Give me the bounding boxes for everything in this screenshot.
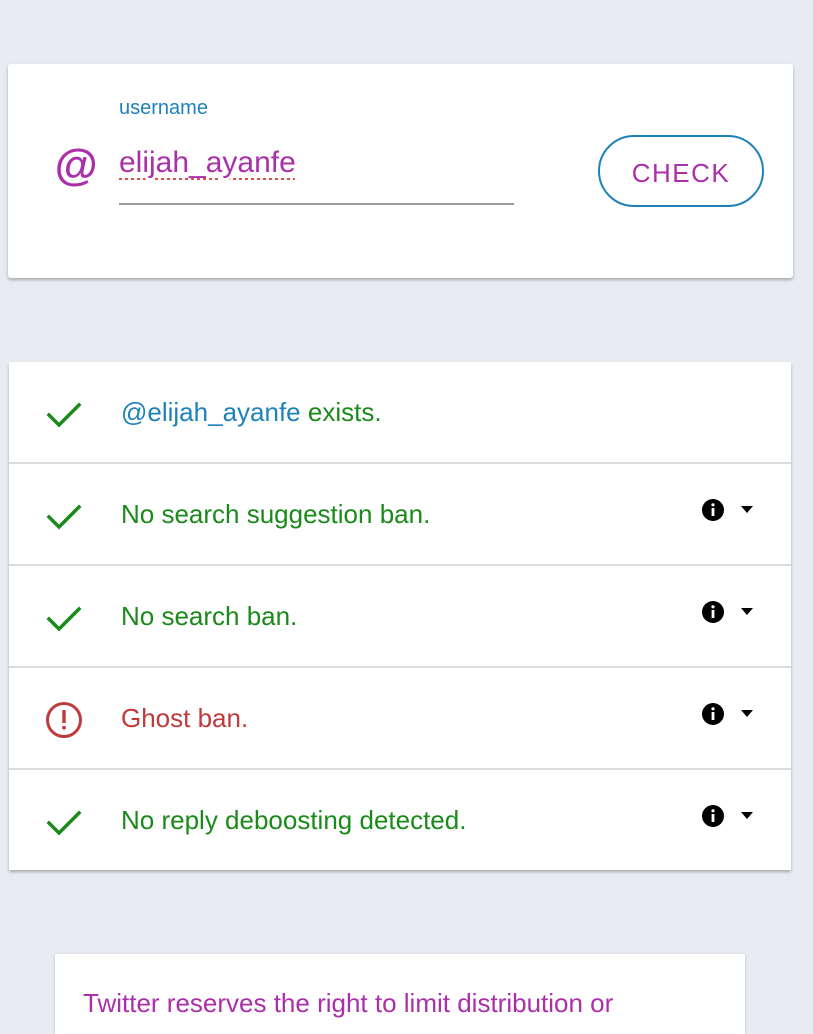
username-label: username	[119, 97, 208, 119]
checkmark-icon	[46, 606, 82, 632]
caret-down-icon[interactable]	[741, 710, 753, 718]
info-icon[interactable]	[701, 498, 725, 522]
username-input[interactable]	[119, 146, 514, 180]
result-row-ghost-ban[interactable]: Ghost ban.	[9, 666, 791, 768]
caret-down-icon[interactable]	[741, 506, 753, 514]
result-text: @elijah_ayanfe exists.	[121, 397, 382, 428]
info-icon[interactable]	[701, 804, 725, 828]
results-list: @elijah_ayanfe exists. No search suggest…	[9, 362, 791, 870]
result-row-reply-deboosting[interactable]: No reply deboosting detected.	[9, 768, 791, 870]
disclaimer-card: Twitter reserves the right to limit dist…	[55, 954, 745, 1034]
info-icon[interactable]	[701, 600, 725, 624]
result-row-search-suggestion-ban[interactable]: No search suggestion ban.	[9, 462, 791, 564]
result-label: No search ban.	[121, 601, 298, 631]
result-label: No search suggestion ban.	[121, 499, 431, 529]
info-icon[interactable]	[701, 702, 725, 726]
result-label: Ghost ban.	[121, 703, 249, 733]
at-icon: @	[54, 141, 97, 190]
result-row-exists: @elijah_ayanfe exists.	[9, 362, 791, 462]
result-label: No reply deboosting detected.	[121, 805, 467, 835]
disclaimer-text: Twitter reserves the right to limit dist…	[83, 988, 614, 1018]
result-row-search-ban[interactable]: No search ban.	[9, 564, 791, 666]
username-card: @ username CHECK	[8, 64, 793, 278]
result-label: exists.	[300, 397, 382, 427]
checkmark-icon	[46, 402, 82, 428]
result-handle: @elijah_ayanfe	[121, 397, 301, 427]
checkmark-icon	[46, 504, 82, 530]
checkmark-icon	[46, 810, 82, 836]
username-input-underline	[119, 203, 514, 205]
alert-circle-icon	[46, 702, 82, 738]
caret-down-icon[interactable]	[741, 812, 753, 820]
caret-down-icon[interactable]	[741, 608, 753, 616]
check-button[interactable]: CHECK	[598, 135, 764, 207]
